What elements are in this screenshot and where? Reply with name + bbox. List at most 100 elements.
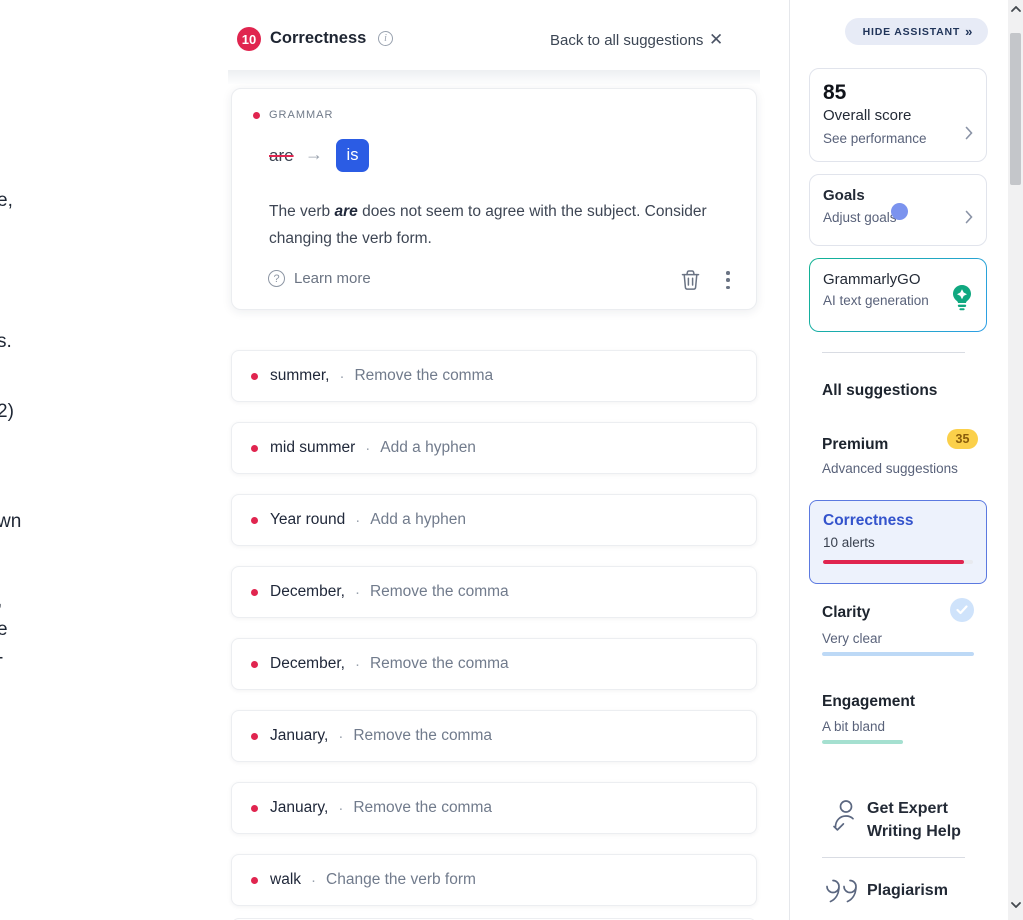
plagiarism-link[interactable]: Plagiarism	[867, 882, 948, 900]
suggestion-text: December,	[270, 583, 345, 601]
document-fragment: s.	[0, 331, 12, 353]
arrow-icon: →	[305, 144, 323, 165]
suggestion-text: walk	[270, 871, 301, 889]
correctness-tab-selected[interactable]: Correctness 10 alerts	[809, 500, 987, 584]
panel-title: Correctness	[270, 29, 366, 48]
document-fragment: ,	[0, 590, 2, 612]
engagement-tab[interactable]: Engagement	[822, 693, 915, 711]
grammarly-assistant-panel: e, s. 2) wn , e - 10 Correctness i Back …	[0, 0, 1023, 920]
hide-assistant-button[interactable]: HIDE ASSISTANT »	[845, 18, 988, 45]
premium-count-badge: 35	[947, 429, 978, 449]
document-fragment: e,	[0, 190, 13, 212]
suggestion-action: Remove the comma	[354, 367, 493, 385]
scroll-up-icon[interactable]	[1008, 2, 1023, 16]
premium-subtitle: Advanced suggestions	[822, 461, 958, 476]
all-suggestions-heading[interactable]: All suggestions	[822, 382, 937, 400]
suggestion-text: summer,	[270, 367, 329, 385]
description-emphasis: are	[334, 203, 357, 220]
correctness-progress-track	[823, 560, 973, 564]
quotation-marks-icon	[825, 878, 859, 909]
trash-icon	[681, 269, 700, 290]
scroll-down-icon[interactable]	[1008, 898, 1023, 912]
learn-more-label: Learn more	[294, 270, 371, 287]
suggestion-action: Remove the comma	[353, 727, 492, 745]
expert-line-1: Get Expert	[867, 797, 961, 820]
clarity-progress-track	[822, 652, 974, 656]
alert-dot	[251, 805, 258, 812]
document-fragment: 2)	[0, 401, 14, 423]
chevron-right-icon	[965, 210, 973, 229]
suggestion-row[interactable]: Year round · Add a hyphen	[231, 494, 757, 546]
clarity-check-icon	[950, 598, 974, 622]
alert-dot	[251, 661, 258, 668]
premium-tab[interactable]: Premium	[822, 436, 888, 454]
assistant-sidebar: HIDE ASSISTANT » 85 Overall score See pe…	[790, 0, 1008, 920]
suggestion-action: Remove the comma	[370, 583, 509, 601]
expert-line-2: Writing Help	[867, 820, 961, 843]
suggestion-row[interactable]: January, · Remove the comma	[231, 710, 757, 762]
suggestion-text: January,	[270, 727, 328, 745]
correctness-tab-title: Correctness	[823, 512, 973, 530]
goals-title: Goals	[823, 187, 973, 204]
close-icon[interactable]: ✕	[709, 30, 723, 50]
lightbulb-icon	[951, 284, 973, 316]
document-fragment: -	[0, 647, 3, 669]
see-performance-link[interactable]: See performance	[823, 131, 973, 146]
engagement-progress-track	[822, 740, 974, 744]
suggestion-list: summer, · Remove the comma mid summer · …	[231, 350, 757, 920]
suggestion-description: The verb are does not seem to agree with…	[269, 198, 729, 252]
suggestion-action: Add a hyphen	[380, 439, 476, 457]
expert-writer-icon	[830, 797, 860, 838]
suggestion-action: Remove the comma	[353, 799, 492, 817]
separator: ·	[338, 800, 343, 817]
more-options-button[interactable]	[721, 270, 735, 290]
sidebar-divider	[822, 352, 965, 353]
scrollbar[interactable]	[1008, 0, 1023, 920]
overall-score-label: Overall score	[823, 107, 973, 124]
correctness-status: 10 alerts	[823, 535, 973, 550]
chevron-right-icon	[965, 126, 973, 145]
engagement-status: A bit bland	[822, 719, 885, 734]
suggestion-row[interactable]: December, · Remove the comma	[231, 566, 757, 618]
replacement-button[interactable]: is	[336, 139, 369, 172]
expanded-suggestion-card: GRAMMAR are → is The verb are does not s…	[231, 88, 757, 310]
grammarlygo-card[interactable]: GrammarlyGO AI text generation	[809, 258, 987, 332]
correctness-count-badge: 10	[237, 27, 261, 51]
original-word: are	[269, 146, 294, 166]
suggestion-text: mid summer	[270, 439, 355, 457]
header-scroll-shadow	[228, 70, 760, 84]
clarity-tab[interactable]: Clarity	[822, 604, 870, 622]
learn-more-button[interactable]: ? Learn more	[268, 270, 371, 287]
alert-dot	[251, 517, 258, 524]
info-icon[interactable]: i	[378, 31, 393, 46]
suggestion-row[interactable]: summer, · Remove the comma	[231, 350, 757, 402]
back-to-all-suggestions-link[interactable]: Back to all suggestions	[550, 32, 703, 49]
get-expert-writing-help-link[interactable]: Get Expert Writing Help	[867, 797, 961, 843]
goals-card[interactable]: Goals Adjust goals	[809, 174, 987, 246]
document-fragment: e	[0, 619, 8, 641]
overall-score-card[interactable]: 85 Overall score See performance	[809, 68, 987, 162]
scrollbar-thumb[interactable]	[1010, 33, 1021, 185]
separator: ·	[339, 368, 344, 385]
suggestion-text: Year round	[270, 511, 345, 529]
alert-dot	[251, 373, 258, 380]
suggestion-row[interactable]: January, · Remove the comma	[231, 782, 757, 834]
suggestion-row[interactable]: walk · Change the verb form	[231, 854, 757, 906]
suggestion-row[interactable]: December, · Remove the comma	[231, 638, 757, 690]
separator: ·	[355, 584, 360, 601]
suggestion-text: December,	[270, 655, 345, 673]
question-icon: ?	[268, 270, 285, 287]
clarity-status: Very clear	[822, 631, 882, 646]
hide-assistant-label: HIDE ASSISTANT	[863, 26, 961, 38]
separator: ·	[365, 440, 370, 457]
description-pre: The verb	[269, 203, 334, 220]
suggestion-action: Remove the comma	[370, 655, 509, 673]
category-dot	[253, 112, 260, 119]
delete-suggestion-button[interactable]	[681, 269, 700, 295]
alert-dot	[251, 589, 258, 596]
separator: ·	[355, 512, 360, 529]
suggestion-row[interactable]: mid summer · Add a hyphen	[231, 422, 757, 474]
separator: ·	[338, 728, 343, 745]
separator: ·	[311, 872, 316, 889]
document-fragment: wn	[0, 511, 21, 533]
